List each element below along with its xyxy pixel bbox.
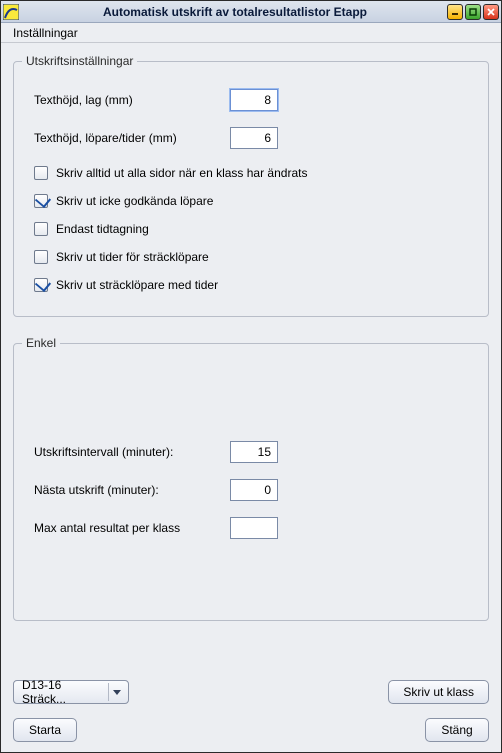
window-title: Automatisk utskrift av totalresultatlist… xyxy=(23,5,447,19)
class-combo-chevron[interactable] xyxy=(108,683,124,701)
label-timing-only: Endast tidtagning xyxy=(56,222,149,236)
bottom-bar: D13-16 Sträck... Skriv ut klass Starta S… xyxy=(13,680,489,742)
input-print-interval[interactable] xyxy=(230,441,278,463)
menu-settings[interactable]: Inställningar xyxy=(7,24,84,42)
checkbox-print-leg-with-times[interactable] xyxy=(34,278,48,292)
close-icon xyxy=(487,8,495,16)
checkbox-print-all-pages[interactable] xyxy=(34,166,48,180)
group-print-legend: Utskriftsinställningar xyxy=(22,54,137,68)
label-next-print: Nästa utskrift (minuter): xyxy=(34,483,230,497)
titlebar: Automatisk utskrift av totalresultatlist… xyxy=(1,1,501,23)
label-text-height-runner: Texthöjd, löpare/tider (mm) xyxy=(34,131,230,145)
group-print-settings: Utskriftsinställningar Texthöjd, lag (mm… xyxy=(13,61,489,317)
checkbox-print-times-leg[interactable] xyxy=(34,250,48,264)
minimize-button[interactable] xyxy=(447,4,463,20)
label-print-times-leg: Skriv ut tider för sträcklöpare xyxy=(56,250,209,264)
input-next-print[interactable] xyxy=(230,479,278,501)
label-print-leg-with-times: Skriv ut sträcklöpare med tider xyxy=(56,278,218,292)
label-max-results: Max antal resultat per klass xyxy=(34,521,230,535)
group-simple-legend: Enkel xyxy=(22,336,60,350)
app-icon xyxy=(3,4,19,20)
checkbox-timing-only[interactable] xyxy=(34,222,48,236)
class-combo-value: D13-16 Sträck... xyxy=(22,678,108,706)
maximize-button[interactable] xyxy=(465,4,481,20)
print-class-button[interactable]: Skriv ut klass xyxy=(388,680,489,704)
window-root: Automatisk utskrift av totalresultatlist… xyxy=(0,0,502,753)
input-text-height-team[interactable] xyxy=(230,89,278,111)
label-print-not-approved: Skriv ut icke godkända löpare xyxy=(56,194,213,208)
start-button[interactable]: Starta xyxy=(13,718,77,742)
close-button[interactable] xyxy=(483,4,499,20)
minimize-icon xyxy=(451,8,459,16)
input-text-height-runner[interactable] xyxy=(230,127,278,149)
checkbox-print-not-approved[interactable] xyxy=(34,194,48,208)
close-window-button[interactable]: Stäng xyxy=(425,718,489,742)
chevron-down-icon xyxy=(113,690,121,695)
label-text-height-team: Texthöjd, lag (mm) xyxy=(34,93,230,107)
menubar: Inställningar xyxy=(1,23,501,43)
group-simple: Enkel Utskriftsintervall (minuter): Näst… xyxy=(13,343,489,621)
maximize-icon xyxy=(469,8,477,16)
window-buttons xyxy=(447,4,499,20)
class-combo[interactable]: D13-16 Sträck... xyxy=(13,680,129,704)
label-print-interval: Utskriftsintervall (minuter): xyxy=(34,445,230,459)
label-print-all-pages: Skriv alltid ut alla sidor när en klass … xyxy=(56,166,307,180)
client-area: Utskriftsinställningar Texthöjd, lag (mm… xyxy=(1,43,501,752)
input-max-results[interactable] xyxy=(230,517,278,539)
